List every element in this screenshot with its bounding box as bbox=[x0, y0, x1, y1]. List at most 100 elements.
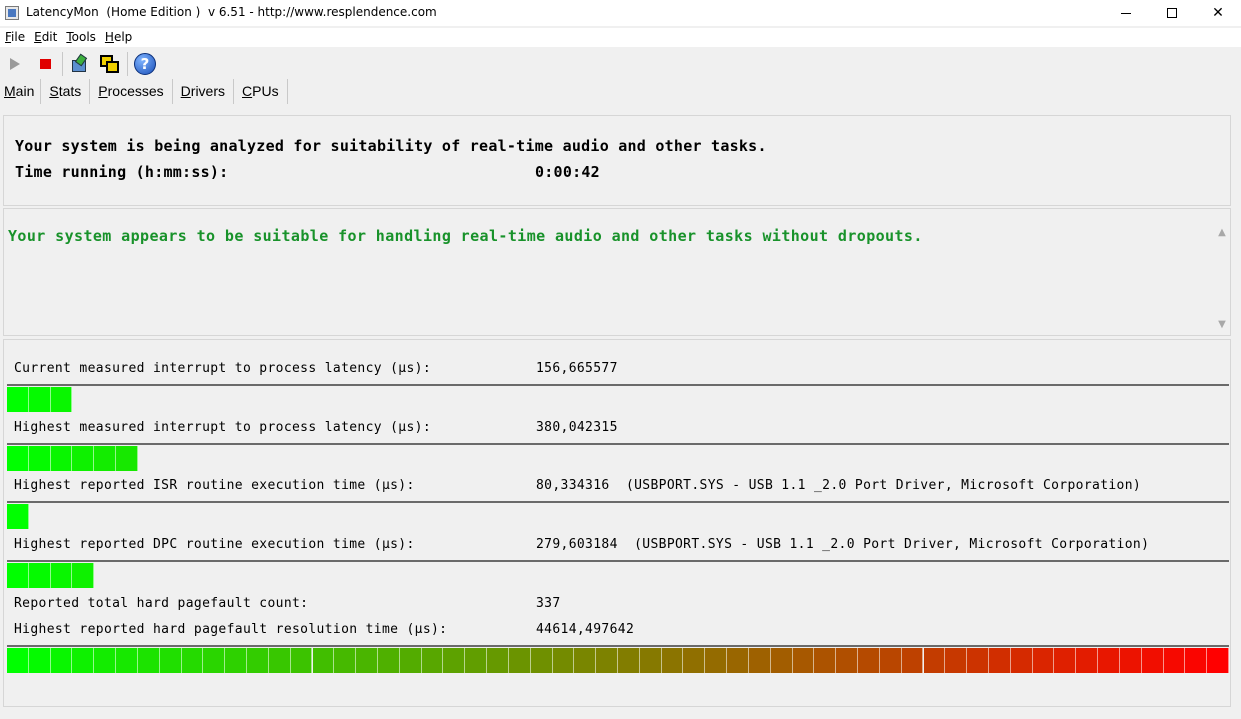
meter-segment bbox=[94, 446, 117, 471]
meter-segment bbox=[203, 648, 226, 673]
pagefault-count-label: Reported total hard pagefault count: bbox=[14, 596, 309, 611]
tab-stats[interactable]: Stats bbox=[41, 79, 91, 104]
tab-cpus[interactable]: CPUs bbox=[234, 79, 288, 104]
meter-segment bbox=[50, 648, 73, 673]
meter-segment bbox=[1207, 648, 1229, 673]
start-button[interactable] bbox=[0, 50, 30, 78]
dpc-time-value: 279,603184 (USBPORT.SYS - USB 1.1 _2.0 P… bbox=[536, 537, 1150, 552]
meter-segment bbox=[137, 648, 160, 673]
time-running-label: Time running (h:mm:ss): bbox=[15, 163, 229, 181]
app-icon bbox=[5, 6, 19, 20]
meter-segment bbox=[639, 648, 662, 673]
maximize-icon bbox=[1167, 8, 1177, 18]
meter-segment bbox=[312, 648, 335, 673]
menu-help[interactable]: Help bbox=[100, 28, 136, 47]
meter-segment bbox=[1054, 648, 1077, 673]
meter-segment bbox=[465, 648, 488, 673]
menu-bar: File Edit Tools Help bbox=[0, 28, 1241, 47]
status-panel: Your system is being analyzed for suitab… bbox=[3, 115, 1231, 206]
meter-segment bbox=[399, 648, 422, 673]
tab-main[interactable]: Main bbox=[0, 79, 42, 104]
isr-time-meter bbox=[7, 501, 1229, 529]
meter-segment bbox=[377, 648, 400, 673]
meter-segment bbox=[727, 648, 749, 673]
meter-segment bbox=[7, 387, 29, 412]
time-running-value: 0:00:42 bbox=[535, 163, 600, 181]
tools-icon bbox=[70, 53, 90, 74]
scroll-down-icon[interactable]: ▼ bbox=[1214, 319, 1230, 333]
meter-segment bbox=[72, 563, 95, 588]
meter-segment bbox=[770, 648, 793, 673]
scroll-up-icon[interactable]: ▲ bbox=[1214, 227, 1230, 241]
meter-segment bbox=[923, 648, 946, 673]
highest-latency-meter bbox=[7, 443, 1229, 471]
title-bar: LatencyMon (Home Edition ) v 6.51 - http… bbox=[0, 0, 1241, 26]
meter-segment bbox=[1098, 648, 1120, 673]
meter-segment bbox=[1141, 648, 1164, 673]
close-button[interactable]: ✕ bbox=[1195, 0, 1241, 26]
meter-segment bbox=[988, 648, 1011, 673]
meter-segment bbox=[421, 648, 444, 673]
meter-segment bbox=[901, 648, 924, 673]
close-icon: ✕ bbox=[1212, 5, 1224, 21]
tab-strip: Main Stats Processes Drivers CPUs bbox=[0, 79, 1241, 104]
current-latency-meter bbox=[7, 384, 1229, 412]
meter-segment bbox=[683, 648, 706, 673]
meter-segment bbox=[1076, 648, 1099, 673]
meter-segment bbox=[836, 648, 859, 673]
meter-segment bbox=[508, 648, 531, 673]
tools-button[interactable] bbox=[65, 50, 95, 78]
meter-segment bbox=[1032, 648, 1055, 673]
meter-segment bbox=[28, 446, 51, 471]
verdict-message: Your system appears to be suitable for h… bbox=[8, 227, 923, 245]
meter-segment bbox=[814, 648, 837, 673]
meter-segment bbox=[50, 563, 73, 588]
play-icon bbox=[10, 58, 20, 70]
stop-icon bbox=[39, 59, 51, 69]
pagefault-time-label: Highest reported hard pagefault resoluti… bbox=[14, 622, 448, 637]
meter-segment bbox=[268, 648, 291, 673]
meter-segment bbox=[72, 648, 95, 673]
menu-file[interactable]: File bbox=[0, 28, 29, 47]
verdict-panel: Your system appears to be suitable for h… bbox=[3, 208, 1231, 336]
meter-segment bbox=[290, 648, 313, 673]
meter-segment bbox=[7, 446, 29, 471]
menu-tools[interactable]: Tools bbox=[61, 28, 100, 47]
highest-latency-value: 380,042315 bbox=[536, 420, 618, 435]
meter-segment bbox=[334, 648, 357, 673]
stop-button[interactable] bbox=[30, 50, 60, 78]
meter-segment bbox=[247, 648, 269, 673]
meter-segment bbox=[356, 648, 378, 673]
meter-segment bbox=[945, 648, 968, 673]
meter-segment bbox=[879, 648, 902, 673]
meter-segment bbox=[1185, 648, 1208, 673]
menu-edit[interactable]: Edit bbox=[29, 28, 61, 47]
meter-segment bbox=[72, 446, 95, 471]
minimize-button[interactable] bbox=[1103, 0, 1149, 26]
pagefault-time-value: 44614,497642 bbox=[536, 622, 635, 637]
meter-segment bbox=[443, 648, 466, 673]
meter-segment bbox=[28, 648, 51, 673]
measurements-panel: Current measured interrupt to process la… bbox=[3, 339, 1231, 707]
meter-segment bbox=[552, 648, 575, 673]
window-title: LatencyMon (Home Edition ) v 6.51 - http… bbox=[26, 5, 437, 19]
isr-time-value: 80,334316 (USBPORT.SYS - USB 1.1 _2.0 Po… bbox=[536, 478, 1142, 493]
highest-latency-label: Highest measured interrupt to process la… bbox=[14, 420, 432, 435]
toolbar: ? bbox=[0, 49, 1241, 79]
tab-processes[interactable]: Processes bbox=[90, 79, 173, 104]
meter-segment bbox=[1119, 648, 1142, 673]
meter-segment bbox=[7, 648, 29, 673]
meter-segment bbox=[50, 387, 73, 412]
current-latency-value: 156,665577 bbox=[536, 361, 618, 376]
current-latency-label: Current measured interrupt to process la… bbox=[14, 361, 432, 376]
meter-segment bbox=[181, 648, 204, 673]
help-button[interactable]: ? bbox=[130, 50, 160, 78]
meter-segment bbox=[967, 648, 989, 673]
tab-drivers[interactable]: Drivers bbox=[173, 79, 235, 104]
meter-segment bbox=[50, 446, 73, 471]
meter-segment bbox=[7, 563, 29, 588]
toolbar-separator bbox=[127, 52, 128, 76]
meter-segment bbox=[225, 648, 248, 673]
windows-button[interactable] bbox=[95, 50, 125, 78]
maximize-button[interactable] bbox=[1149, 0, 1195, 26]
